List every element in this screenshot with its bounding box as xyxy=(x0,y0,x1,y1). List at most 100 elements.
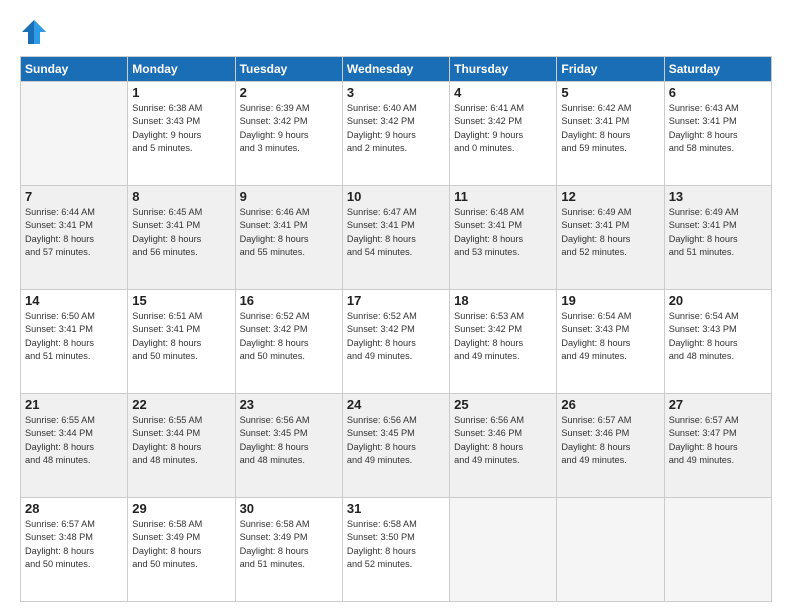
day-number: 18 xyxy=(454,293,552,308)
calendar-cell: 2Sunrise: 6:39 AMSunset: 3:42 PMDaylight… xyxy=(235,82,342,186)
calendar-header-row: SundayMondayTuesdayWednesdayThursdayFrid… xyxy=(21,57,772,82)
day-info: Sunrise: 6:46 AMSunset: 3:41 PMDaylight:… xyxy=(240,206,338,259)
calendar-header-wednesday: Wednesday xyxy=(342,57,449,82)
calendar-week-row: 28 Sunrise: 6:57 AMSunset: 3:48 PMDayligh… xyxy=(21,498,772,602)
calendar-cell: 5 Sunrise: 6:42 AMSunset: 3:41 PMDaylight… xyxy=(557,82,664,186)
day-number: 8 xyxy=(132,189,230,204)
calendar-cell: 18 Sunrise: 6:53 AMSunset: 3:42 PMDayligh… xyxy=(450,290,557,394)
day-info: Sunrise: 6:48 AMSunset: 3:41 PMDaylight:… xyxy=(454,206,552,259)
day-number: 31 xyxy=(347,501,445,516)
day-number: 15 xyxy=(132,293,230,308)
day-number: 12 xyxy=(561,189,659,204)
calendar-cell: 16Sunrise: 6:52 AMSunset: 3:42 PMDayligh… xyxy=(235,290,342,394)
day-info: Sunrise: 6:58 AMSunset: 3:49 PMDaylight:… xyxy=(240,518,338,571)
calendar-cell xyxy=(21,82,128,186)
day-info: Sunrise: 6:56 AMSunset: 3:46 PMDaylight:… xyxy=(454,414,552,467)
day-number: 25 xyxy=(454,397,552,412)
calendar-week-row: 14Sunrise: 6:50 AMSunset: 3:41 PMDayligh… xyxy=(21,290,772,394)
day-number: 1 xyxy=(132,85,230,100)
calendar-cell: 31 Sunrise: 6:58 AMSunset: 3:50 PMDayligh… xyxy=(342,498,449,602)
day-number: 22 xyxy=(132,397,230,412)
calendar-header-saturday: Saturday xyxy=(664,57,771,82)
calendar-cell: 4 Sunrise: 6:41 AMSunset: 3:42 PMDaylight… xyxy=(450,82,557,186)
calendar-cell: 17 Sunrise: 6:52 AMSunset: 3:42 PMDayligh… xyxy=(342,290,449,394)
day-info: Sunrise: 6:55 AMSunset: 3:44 PMDaylight:… xyxy=(25,414,123,467)
calendar-cell: 21 Sunrise: 6:55 AMSunset: 3:44 PMDayligh… xyxy=(21,394,128,498)
day-number: 26 xyxy=(561,397,659,412)
day-info: Sunrise: 6:47 AMSunset: 3:41 PMDaylight:… xyxy=(347,206,445,259)
day-info: Sunrise: 6:44 AMSunset: 3:41 PMDaylight:… xyxy=(25,206,123,259)
calendar-header-sunday: Sunday xyxy=(21,57,128,82)
day-info: Sunrise: 6:58 AMSunset: 3:49 PMDaylight:… xyxy=(132,518,230,571)
day-number: 30 xyxy=(240,501,338,516)
calendar-cell: 24 Sunrise: 6:56 AMSunset: 3:45 PMDayligh… xyxy=(342,394,449,498)
calendar-cell: 13 Sunrise: 6:49 AMSunset: 3:41 PMDayligh… xyxy=(664,186,771,290)
calendar-cell: 9Sunrise: 6:46 AMSunset: 3:41 PMDaylight… xyxy=(235,186,342,290)
day-number: 17 xyxy=(347,293,445,308)
calendar-cell: 23 Sunrise: 6:56 AMSunset: 3:45 PMDayligh… xyxy=(235,394,342,498)
day-info: Sunrise: 6:42 AMSunset: 3:41 PMDaylight:… xyxy=(561,102,659,155)
day-number: 13 xyxy=(669,189,767,204)
calendar-cell: 8 Sunrise: 6:45 AMSunset: 3:41 PMDaylight… xyxy=(128,186,235,290)
day-number: 7 xyxy=(25,189,123,204)
day-number: 28 xyxy=(25,501,123,516)
calendar-cell xyxy=(450,498,557,602)
day-info: Sunrise: 6:50 AMSunset: 3:41 PMDaylight:… xyxy=(25,310,123,363)
calendar-header-thursday: Thursday xyxy=(450,57,557,82)
day-number: 10 xyxy=(347,189,445,204)
day-number: 21 xyxy=(25,397,123,412)
day-info: Sunrise: 6:53 AMSunset: 3:42 PMDaylight:… xyxy=(454,310,552,363)
day-number: 11 xyxy=(454,189,552,204)
day-info: Sunrise: 6:57 AMSunset: 3:46 PMDaylight:… xyxy=(561,414,659,467)
day-number: 27 xyxy=(669,397,767,412)
calendar-week-row: 1 Sunrise: 6:38 AMSunset: 3:43 PMDaylight… xyxy=(21,82,772,186)
calendar-cell: 20Sunrise: 6:54 AMSunset: 3:43 PMDayligh… xyxy=(664,290,771,394)
day-info: Sunrise: 6:39 AMSunset: 3:42 PMDaylight:… xyxy=(240,102,338,155)
calendar-table: SundayMondayTuesdayWednesdayThursdayFrid… xyxy=(20,56,772,602)
day-info: Sunrise: 6:38 AMSunset: 3:43 PMDaylight:… xyxy=(132,102,230,155)
day-info: Sunrise: 6:56 AMSunset: 3:45 PMDaylight:… xyxy=(347,414,445,467)
calendar-cell: 25 Sunrise: 6:56 AMSunset: 3:46 PMDayligh… xyxy=(450,394,557,498)
day-info: Sunrise: 6:58 AMSunset: 3:50 PMDaylight:… xyxy=(347,518,445,571)
calendar-cell: 19 Sunrise: 6:54 AMSunset: 3:43 PMDayligh… xyxy=(557,290,664,394)
day-info: Sunrise: 6:57 AMSunset: 3:47 PMDaylight:… xyxy=(669,414,767,467)
day-number: 19 xyxy=(561,293,659,308)
calendar-header-friday: Friday xyxy=(557,57,664,82)
calendar-week-row: 7 Sunrise: 6:44 AMSunset: 3:41 PMDaylight… xyxy=(21,186,772,290)
calendar-cell: 29Sunrise: 6:58 AMSunset: 3:49 PMDayligh… xyxy=(128,498,235,602)
calendar-cell: 12Sunrise: 6:49 AMSunset: 3:41 PMDayligh… xyxy=(557,186,664,290)
calendar-cell: 10 Sunrise: 6:47 AMSunset: 3:41 PMDayligh… xyxy=(342,186,449,290)
calendar-cell: 14Sunrise: 6:50 AMSunset: 3:41 PMDayligh… xyxy=(21,290,128,394)
calendar-cell: 27 Sunrise: 6:57 AMSunset: 3:47 PMDayligh… xyxy=(664,394,771,498)
day-info: Sunrise: 6:54 AMSunset: 3:43 PMDaylight:… xyxy=(561,310,659,363)
calendar-cell: 11 Sunrise: 6:48 AMSunset: 3:41 PMDayligh… xyxy=(450,186,557,290)
calendar-cell: 30 Sunrise: 6:58 AMSunset: 3:49 PMDayligh… xyxy=(235,498,342,602)
day-info: Sunrise: 6:40 AMSunset: 3:42 PMDaylight:… xyxy=(347,102,445,155)
calendar-cell: 6Sunrise: 6:43 AMSunset: 3:41 PMDaylight… xyxy=(664,82,771,186)
calendar-header-tuesday: Tuesday xyxy=(235,57,342,82)
day-number: 3 xyxy=(347,85,445,100)
day-info: Sunrise: 6:51 AMSunset: 3:41 PMDaylight:… xyxy=(132,310,230,363)
day-number: 5 xyxy=(561,85,659,100)
day-info: Sunrise: 6:45 AMSunset: 3:41 PMDaylight:… xyxy=(132,206,230,259)
calendar-cell: 22 Sunrise: 6:55 AMSunset: 3:44 PMDayligh… xyxy=(128,394,235,498)
day-info: Sunrise: 6:55 AMSunset: 3:44 PMDaylight:… xyxy=(132,414,230,467)
header xyxy=(20,18,772,46)
calendar-week-row: 21 Sunrise: 6:55 AMSunset: 3:44 PMDayligh… xyxy=(21,394,772,498)
calendar-cell xyxy=(557,498,664,602)
day-info: Sunrise: 6:43 AMSunset: 3:41 PMDaylight:… xyxy=(669,102,767,155)
calendar-cell: 1 Sunrise: 6:38 AMSunset: 3:43 PMDaylight… xyxy=(128,82,235,186)
day-info: Sunrise: 6:57 AMSunset: 3:48 PMDaylight:… xyxy=(25,518,123,571)
calendar-cell: 3 Sunrise: 6:40 AMSunset: 3:42 PMDaylight… xyxy=(342,82,449,186)
day-number: 23 xyxy=(240,397,338,412)
day-info: Sunrise: 6:56 AMSunset: 3:45 PMDaylight:… xyxy=(240,414,338,467)
day-info: Sunrise: 6:52 AMSunset: 3:42 PMDaylight:… xyxy=(347,310,445,363)
day-number: 24 xyxy=(347,397,445,412)
day-number: 20 xyxy=(669,293,767,308)
day-info: Sunrise: 6:52 AMSunset: 3:42 PMDaylight:… xyxy=(240,310,338,363)
calendar-cell: 15 Sunrise: 6:51 AMSunset: 3:41 PMDayligh… xyxy=(128,290,235,394)
day-info: Sunrise: 6:49 AMSunset: 3:41 PMDaylight:… xyxy=(669,206,767,259)
calendar-cell xyxy=(664,498,771,602)
day-number: 4 xyxy=(454,85,552,100)
day-info: Sunrise: 6:41 AMSunset: 3:42 PMDaylight:… xyxy=(454,102,552,155)
